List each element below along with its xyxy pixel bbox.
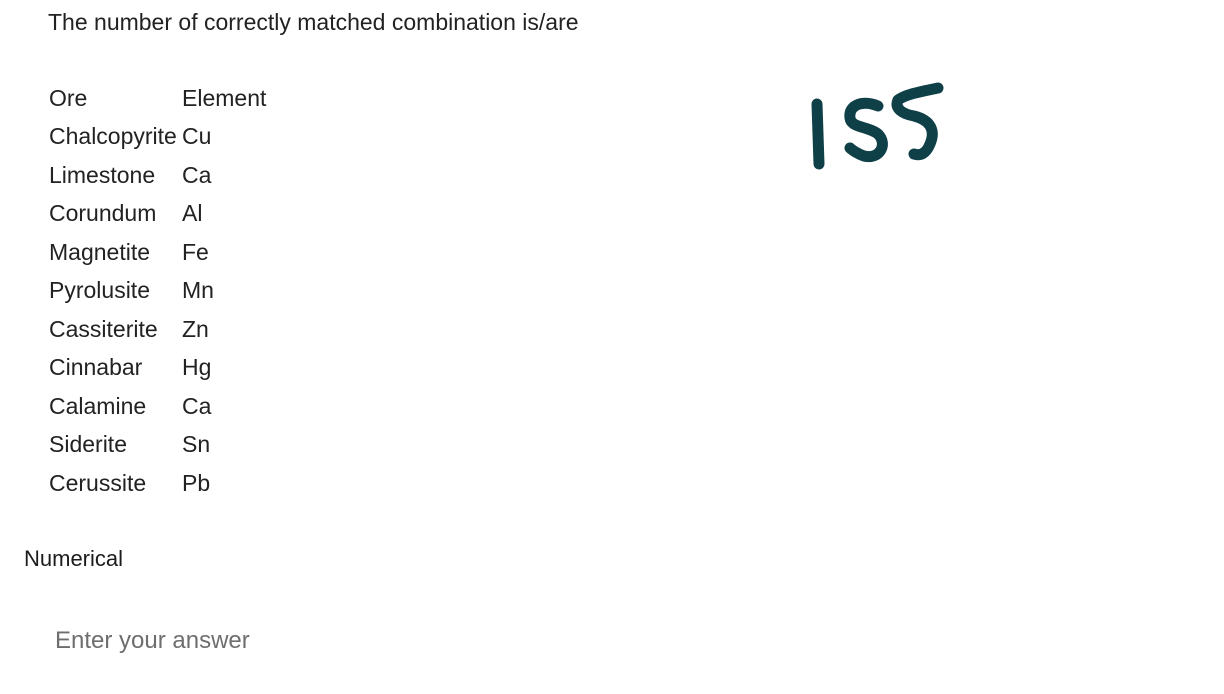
handwritten-digits	[811, 82, 944, 170]
table-row: Pyrolusite Mn	[49, 272, 266, 311]
table-row: Magnetite Fe	[49, 233, 266, 272]
element-cell: Mn	[182, 277, 214, 304]
answer-input[interactable]	[53, 620, 617, 662]
table-row: Cerussite Pb	[49, 464, 266, 503]
ore-cell: Cerussite	[49, 469, 147, 496]
ore-cell: Siderite	[49, 431, 127, 458]
ore-cell: Cassiterite	[49, 315, 158, 342]
table-row: Limestone Ca	[49, 156, 266, 195]
table-row: Siderite Sn	[49, 426, 266, 465]
ore-element-table: Ore Element Chalcopyrite Cu Limestone Ca Cor…	[49, 79, 266, 503]
element-cell: Cu	[182, 123, 212, 150]
element-cell: Fe	[182, 238, 209, 265]
ore-column-header: Ore	[49, 84, 88, 111]
handwritten-annotation	[811, 82, 944, 170]
ore-cell: Magnetite	[49, 238, 151, 265]
table-body: Ore Element Chalcopyrite Cu Limestone Ca Cor…	[49, 79, 266, 503]
table-row: Calamine Ca	[49, 387, 266, 426]
handwritten-digit-1	[811, 98, 825, 170]
element-cell: Ca	[182, 392, 212, 419]
ore-cell: Chalcopyrite	[49, 123, 177, 150]
ore-cell: Calamine	[49, 392, 147, 419]
ore-cell: Limestone	[49, 161, 156, 188]
table-row: Cassiterite Zn	[49, 310, 266, 349]
element-cell: Al	[182, 200, 203, 227]
element-cell: Sn	[182, 431, 211, 458]
element-cell: Zn	[182, 315, 209, 342]
ore-cell: Pyrolusite	[49, 277, 150, 304]
ore-cell: Corundum	[49, 200, 157, 227]
handwritten-digit-5-second	[891, 82, 944, 161]
table-header-row: Ore Element	[49, 79, 266, 118]
numerical-section-label: Numerical	[24, 546, 124, 571]
table-row: Chalcopyrite Cu	[49, 118, 266, 157]
handwritten-digit-5-first	[844, 97, 888, 163]
element-cell: Hg	[182, 354, 212, 381]
element-column-header: Element	[182, 84, 267, 111]
table-row: Corundum Al	[49, 195, 266, 234]
element-cell: Pb	[182, 469, 211, 496]
question-text: The number of correctly matched combinat…	[48, 9, 579, 35]
table-row: Cinnabar Hg	[49, 349, 266, 388]
ore-cell: Cinnabar	[49, 354, 143, 381]
element-cell: Ca	[182, 161, 212, 188]
